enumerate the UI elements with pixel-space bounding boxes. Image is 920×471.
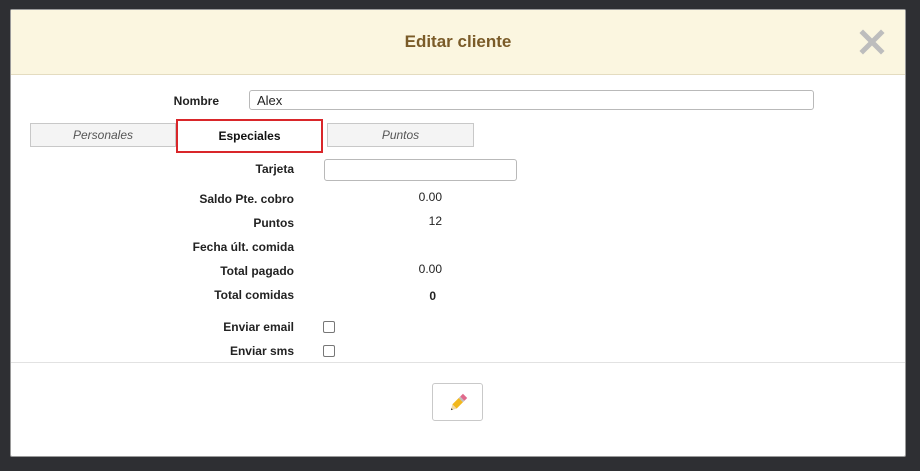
close-icon[interactable]	[859, 29, 885, 55]
fecha-ult-comida-label: Fecha últ. comida	[192, 240, 294, 254]
tab-personales[interactable]: Personales	[30, 123, 176, 147]
saldo-value: 0.00	[418, 190, 442, 204]
puntos-label: Puntos	[253, 216, 294, 230]
dialog-header: Editar cliente	[11, 10, 905, 75]
total-pagado-value: 0.00	[418, 262, 442, 276]
enviar-sms-label: Enviar sms	[229, 344, 294, 358]
tarjeta-input[interactable]	[324, 159, 517, 181]
edit-button[interactable]	[432, 383, 483, 421]
enviar-email-checkbox[interactable]	[323, 321, 335, 333]
total-pagado-label: Total pagado	[220, 264, 294, 278]
nombre-label: Nombre	[173, 94, 219, 108]
dialog-title: Editar cliente	[404, 32, 512, 51]
tab-especiales[interactable]: Especiales	[176, 119, 323, 153]
enviar-sms-checkbox[interactable]	[323, 345, 335, 357]
pencil-icon	[450, 393, 468, 411]
footer-divider	[11, 362, 905, 363]
puntos-value: 12	[428, 214, 442, 228]
edit-client-dialog: Editar cliente Nombre Personales Especia…	[10, 9, 906, 457]
tab-puntos[interactable]: Puntos	[327, 123, 474, 147]
total-comidas-value: 0	[429, 289, 436, 303]
nombre-input[interactable]	[249, 90, 814, 110]
total-comidas-label: Total comidas	[214, 288, 294, 302]
enviar-email-label: Enviar email	[223, 320, 294, 334]
tarjeta-label: Tarjeta	[255, 162, 294, 176]
saldo-label: Saldo Pte. cobro	[199, 192, 294, 206]
